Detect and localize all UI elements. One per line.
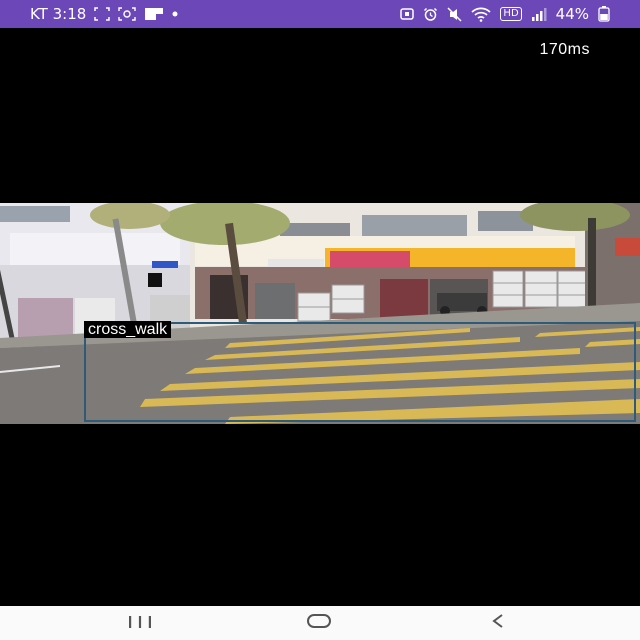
navigation-bar (0, 606, 640, 640)
back-icon (489, 613, 507, 633)
screenshot-frame-icon (94, 7, 111, 21)
status-left: KT 3:18 (30, 0, 178, 28)
battery-icon (598, 6, 610, 22)
alarm-icon (423, 7, 438, 22)
status-bar: KT 3:18 HD 44% (0, 0, 640, 28)
signal-icon (531, 7, 547, 21)
back-button[interactable] (468, 606, 528, 640)
status-right: HD 44% (400, 0, 610, 28)
carrier-time: KT 3:18 (30, 5, 87, 23)
recent-apps-icon (127, 614, 153, 633)
hd-icon: HD (500, 7, 522, 21)
home-button[interactable] (289, 606, 349, 640)
camera-icon (118, 7, 136, 21)
nfc-icon (400, 7, 415, 21)
dot-icon (172, 11, 178, 17)
detection-label: cross_walk (84, 321, 172, 338)
mute-icon (447, 6, 462, 22)
recent-apps-button[interactable] (110, 606, 170, 640)
latency-readout: 170ms (539, 41, 590, 58)
wifi-icon (471, 7, 492, 22)
home-icon (306, 613, 332, 633)
notes-icon (144, 7, 164, 21)
hd-text: HD (503, 8, 519, 19)
battery-percent: 44% (555, 5, 589, 23)
